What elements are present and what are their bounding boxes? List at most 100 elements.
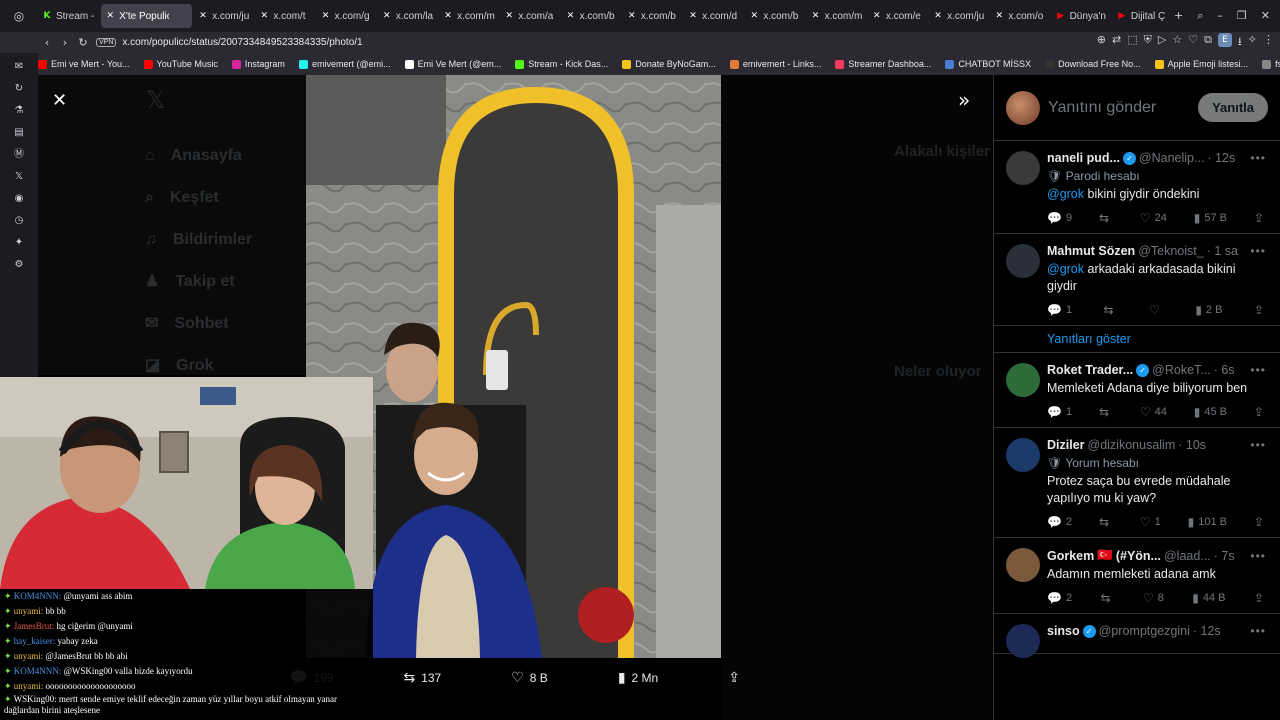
- reply-action[interactable]: 💬 1: [1047, 303, 1072, 317]
- mention-link[interactable]: @grok: [1047, 187, 1084, 201]
- bookmark-7[interactable]: emivemert - Links...: [729, 59, 821, 69]
- reply-tweet[interactable]: Roket Trader... ✓ @RokeT... · 6s ••• Memleket…: [994, 353, 1280, 428]
- tab-1[interactable]: ✕ X'te Populicc: ": [101, 4, 193, 28]
- views-action[interactable]: ▮ 45 B: [1194, 405, 1227, 419]
- author-name[interactable]: Gorkem: [1047, 549, 1094, 563]
- reply-tweet[interactable]: Diziler @dizikonusalim · 10s ••• 🛡 Yorum hes…: [994, 428, 1280, 538]
- avatar[interactable]: [1006, 624, 1040, 658]
- back-icon[interactable]: ‹: [38, 36, 56, 49]
- show-replies-link[interactable]: Yanıtları göster: [994, 326, 1280, 353]
- bookmark-11[interactable]: Apple Emoji listesi...: [1154, 59, 1248, 69]
- search-icon[interactable]: ⌕: [1197, 9, 1203, 23]
- shield-icon[interactable]: ⛨: [1144, 33, 1152, 52]
- author-name[interactable]: Roket Trader...: [1047, 363, 1133, 377]
- close-icon[interactable]: ✕: [52, 90, 67, 111]
- address-bar[interactable]: x.com/populicc/status/200733484952338433…: [122, 37, 1096, 48]
- reply-button[interactable]: Yanıtla: [1198, 93, 1268, 122]
- author-handle[interactable]: @promptgezgini: [1099, 624, 1190, 638]
- flask-icon[interactable]: ⚗: [15, 103, 24, 118]
- like-action[interactable]: ♡ 8: [1143, 591, 1164, 605]
- tab-17[interactable]: ▶ Dijital Ç: [1113, 0, 1174, 32]
- repost-action[interactable]: ⇆ 137: [403, 670, 441, 686]
- zoom-icon[interactable]: ⊕: [1097, 33, 1106, 52]
- tab-12[interactable]: ✕ x.com/m: [807, 0, 868, 32]
- tab-13[interactable]: ✕ x.com/e: [868, 0, 929, 32]
- repost-action[interactable]: ⇆: [1104, 303, 1118, 317]
- like-action[interactable]: ♡ 1: [1140, 515, 1161, 529]
- target-icon[interactable]: ◉: [15, 191, 24, 206]
- avatar[interactable]: [1006, 151, 1040, 185]
- author-name[interactable]: Diziler: [1047, 438, 1085, 452]
- m-icon[interactable]: Ⓜ: [14, 147, 24, 162]
- bookmark-4[interactable]: Emi Ve Mert (@em...: [404, 59, 501, 69]
- reply-tweet[interactable]: sinso ✓ @promptgezgini · 12s •••: [994, 614, 1280, 658]
- browser-menu-icon[interactable]: ◎: [0, 9, 38, 23]
- extensions-icon[interactable]: ⧉: [1204, 33, 1212, 52]
- tab-16[interactable]: ▶ Dünya'n: [1052, 0, 1113, 32]
- more-icon[interactable]: •••: [1250, 363, 1266, 377]
- tab-0[interactable]: K Stream -: [38, 0, 99, 32]
- avatar[interactable]: [1006, 548, 1040, 582]
- bookmark-10[interactable]: Download Free No...: [1045, 59, 1141, 69]
- avatar[interactable]: [1006, 363, 1040, 397]
- tweet-time[interactable]: · 12s: [1193, 624, 1221, 638]
- like-action[interactable]: ♡ 44: [1140, 405, 1167, 419]
- minimize-icon[interactable]: –: [1217, 9, 1223, 23]
- menu-icon[interactable]: ⋮: [1263, 33, 1274, 52]
- mail-icon[interactable]: ✉: [15, 59, 23, 74]
- x-icon[interactable]: 𝕏: [15, 169, 23, 184]
- more-icon[interactable]: •••: [1250, 151, 1266, 165]
- play-icon[interactable]: ▷: [1158, 33, 1166, 52]
- author-handle[interactable]: @dizikonusalim: [1088, 438, 1176, 452]
- expand-panel-icon[interactable]: »: [958, 88, 970, 112]
- tab-5[interactable]: ✕ x.com/la: [378, 0, 439, 32]
- bookmark-9[interactable]: CHATBOT MİSSX: [945, 59, 1031, 69]
- tweet-time[interactable]: · 6s: [1214, 363, 1235, 377]
- repost-action[interactable]: ⇆: [1099, 515, 1113, 529]
- views-action[interactable]: ▮ 2 Mn: [618, 670, 658, 686]
- like-action[interactable]: ♡ 24: [1140, 211, 1167, 225]
- reply-action[interactable]: 💬 1: [1047, 405, 1072, 419]
- reload-icon[interactable]: ↻: [74, 36, 92, 49]
- repost-action[interactable]: ⇆: [1100, 591, 1114, 605]
- tab-8[interactable]: ✕ x.com/b: [562, 0, 623, 32]
- views-action[interactable]: ▮ 57 B: [1194, 211, 1227, 225]
- avatar[interactable]: [1006, 244, 1040, 278]
- share-action[interactable]: ⇪: [728, 670, 740, 686]
- reply-action[interactable]: 💬 9: [1047, 211, 1072, 225]
- author-handle[interactable]: @laad...: [1164, 549, 1211, 563]
- tab-9[interactable]: ✕ x.com/b: [623, 0, 684, 32]
- clock-icon[interactable]: ◷: [15, 213, 24, 228]
- bookmark-0[interactable]: Emi ve Mert - You...: [38, 59, 130, 69]
- more-icon[interactable]: •••: [1250, 438, 1266, 452]
- screenshot-icon[interactable]: ⬚: [1127, 33, 1137, 52]
- restore-icon[interactable]: ❐: [1237, 9, 1247, 23]
- reply-action[interactable]: 💬 2: [1047, 591, 1072, 605]
- more-icon[interactable]: •••: [1250, 624, 1266, 638]
- author-name[interactable]: naneli pud...: [1047, 151, 1120, 165]
- tweet-time[interactable]: · 12s: [1207, 151, 1235, 165]
- more-icon[interactable]: •••: [1250, 244, 1266, 258]
- tab-4[interactable]: ✕ x.com/g: [317, 0, 378, 32]
- author-name-suffix[interactable]: (#Yön...: [1116, 549, 1161, 563]
- reply-tweet[interactable]: Mahmut Sözen @Teknoist_ · 1 sa ••• @grok ark…: [994, 234, 1280, 326]
- like-action[interactable]: ♡ 8 B: [511, 670, 548, 686]
- translate-icon[interactable]: ⇄: [1112, 33, 1121, 52]
- tab-11[interactable]: ✕ x.com/b: [745, 0, 806, 32]
- bookmark-icon[interactable]: ☆: [1172, 33, 1182, 52]
- tab-7[interactable]: ✕ x.com/a: [500, 0, 561, 32]
- settings-icon[interactable]: ⚙: [15, 257, 24, 272]
- vpn-badge[interactable]: VPN: [96, 38, 117, 47]
- tweet-time[interactable]: · 7s: [1214, 549, 1235, 563]
- bookmark-12[interactable]: fsfsd: [1262, 59, 1280, 69]
- tab-6[interactable]: ✕ x.com/m: [439, 0, 500, 32]
- tab-3[interactable]: ✕ x.com/t: [255, 0, 316, 32]
- bookmark-5[interactable]: Stream - Kick Das...: [515, 59, 608, 69]
- views-action[interactable]: ▮ 2 B: [1195, 303, 1222, 317]
- tab-15[interactable]: ✕ x.com/o: [990, 0, 1051, 32]
- reply-tweet[interactable]: Gorkem 🇹🇷 (#Yön... @laad... · 7s ••• Adamın me…: [994, 538, 1280, 614]
- like-action[interactable]: ♡: [1149, 303, 1164, 317]
- tweet-time[interactable]: · 10s: [1178, 438, 1206, 452]
- forward-icon[interactable]: ›: [56, 36, 74, 49]
- heart-icon[interactable]: ♡: [1188, 33, 1198, 52]
